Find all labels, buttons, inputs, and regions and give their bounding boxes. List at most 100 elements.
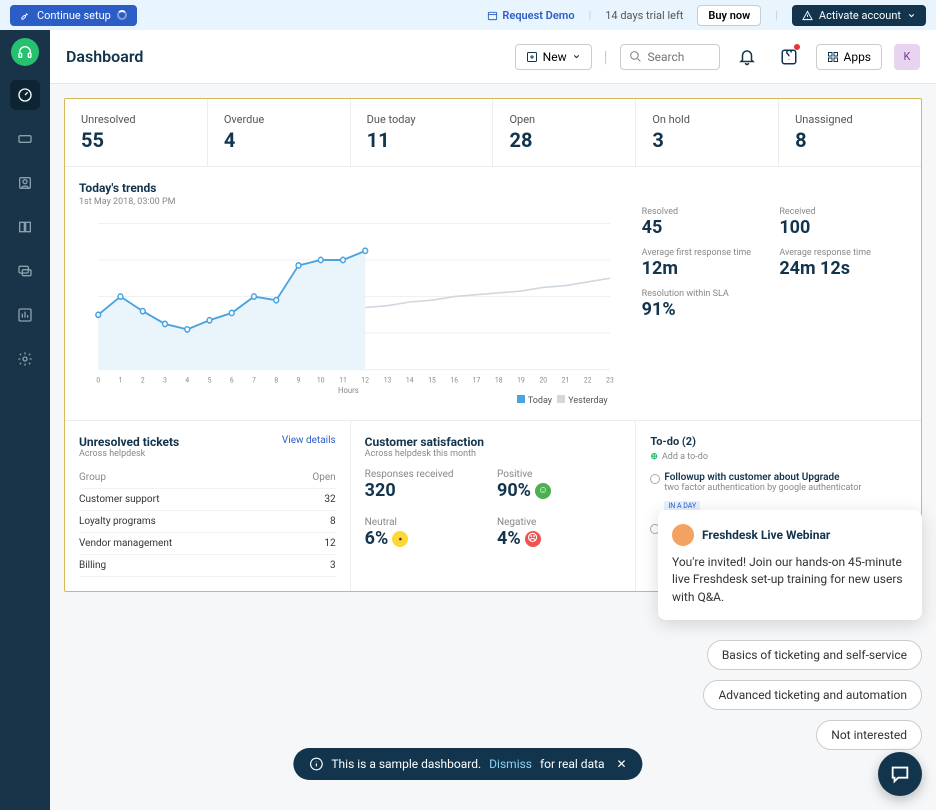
nav-contacts[interactable]: [10, 168, 40, 198]
grid-icon: [827, 51, 839, 63]
svg-text:23: 23: [606, 375, 614, 384]
svg-text:18: 18: [495, 375, 503, 384]
svg-text:17: 17: [473, 375, 481, 384]
table-row[interactable]: Billing3: [79, 555, 336, 577]
unresolved-panel: Unresolved tickets Across helpdesk View …: [65, 421, 351, 591]
smile-icon: ☺: [535, 483, 551, 499]
notification-dot-icon: [794, 44, 800, 50]
chip-advanced[interactable]: Advanced ticketing and automation: [703, 680, 922, 710]
help-button[interactable]: [774, 42, 804, 72]
stat-due-today[interactable]: Due today11: [351, 99, 494, 166]
trends-metrics: Resolved45 Received100 Average first res…: [632, 167, 921, 420]
page-header: Dashboard New | Apps K: [50, 30, 936, 84]
gauge-icon: [17, 87, 33, 103]
quick-reply-chips: Basics of ticketing and self-service Adv…: [703, 640, 922, 750]
book-icon: [17, 219, 33, 235]
chart-icon: [17, 307, 33, 323]
stat-unassigned[interactable]: Unassigned8: [779, 99, 921, 166]
calendar-icon: [487, 10, 498, 21]
svg-text:3: 3: [163, 375, 167, 384]
stat-on-hold[interactable]: On hold3: [636, 99, 779, 166]
trends-chart-panel: Today's trends 1st May 2018, 03:00 PM 01…: [65, 167, 632, 420]
nav-tickets[interactable]: [10, 124, 40, 154]
toast-rest: for real data: [540, 757, 605, 771]
wrench-icon: [20, 10, 31, 21]
continue-setup-label: Continue setup: [37, 9, 111, 22]
nav-solutions[interactable]: [10, 212, 40, 242]
svg-text:16: 16: [450, 375, 458, 384]
notifications-button[interactable]: [732, 42, 762, 72]
chip-basics[interactable]: Basics of ticketing and self-service: [707, 640, 922, 670]
metric-received: Received100: [779, 207, 911, 238]
new-button[interactable]: New: [515, 44, 592, 70]
metric-resolved: Resolved45: [642, 207, 774, 238]
user-avatar[interactable]: K: [894, 44, 920, 70]
svg-text:11: 11: [339, 375, 347, 384]
close-icon[interactable]: ✕: [617, 757, 627, 771]
chip-not-interested[interactable]: Not interested: [816, 720, 922, 750]
svg-text:0: 0: [96, 375, 100, 384]
table-row[interactable]: Vendor management12: [79, 533, 336, 555]
request-demo-label: Request Demo: [502, 9, 574, 22]
svg-text:22: 22: [584, 375, 592, 384]
webinar-body: You're invited! Join our hands-on 45-min…: [672, 554, 908, 606]
view-details-link[interactable]: View details: [282, 435, 336, 446]
nav-dashboard[interactable]: [10, 80, 40, 110]
svg-text:Hours: Hours: [338, 385, 359, 395]
search-box[interactable]: [620, 44, 720, 70]
app-logo[interactable]: [11, 38, 39, 66]
sidebar: [0, 30, 50, 810]
apps-button[interactable]: Apps: [816, 44, 883, 70]
svg-text:1: 1: [119, 375, 123, 384]
info-icon: [309, 757, 323, 771]
webinar-title: Freshdesk Live Webinar: [702, 528, 830, 542]
svg-text:5: 5: [208, 375, 212, 384]
svg-text:7: 7: [252, 375, 256, 384]
sat-negative: Negative4%☹: [497, 517, 621, 549]
buy-now-button[interactable]: Buy now: [697, 5, 761, 26]
warning-icon: [802, 10, 813, 21]
chart-legend: Today Yesterday: [79, 395, 618, 406]
svg-text:20: 20: [539, 375, 547, 384]
chevron-down-icon: [907, 11, 916, 20]
contact-icon: [17, 175, 33, 191]
stat-unresolved[interactable]: Unresolved55: [65, 99, 208, 166]
nav-forums[interactable]: [10, 256, 40, 286]
satisfaction-title: Customer satisfaction: [365, 435, 622, 449]
todo-title: To-do (2): [650, 435, 907, 448]
continue-setup-button[interactable]: Continue setup: [10, 5, 137, 26]
add-todo-link[interactable]: ⊕Add a to-do: [650, 452, 907, 462]
nav-analytics[interactable]: [10, 300, 40, 330]
sat-responses: Responses received320: [365, 469, 489, 501]
table-row[interactable]: Customer support32: [79, 489, 336, 511]
chevron-down-icon: [572, 52, 581, 61]
chat-launcher[interactable]: [878, 752, 922, 796]
nav-admin[interactable]: [10, 344, 40, 374]
svg-text:6: 6: [230, 375, 234, 384]
plus-square-icon: [526, 51, 538, 63]
dismiss-link[interactable]: Dismiss: [489, 757, 532, 771]
request-demo-link[interactable]: Request Demo: [487, 9, 574, 22]
svg-text:2: 2: [141, 375, 145, 384]
stats-row: Unresolved55 Overdue4 Due today11 Open28…: [65, 99, 921, 167]
svg-text:8: 8: [274, 375, 278, 384]
satisfaction-sub: Across helpdesk this month: [365, 449, 622, 459]
stat-open[interactable]: Open28: [493, 99, 636, 166]
stat-overdue[interactable]: Overdue4: [208, 99, 351, 166]
satisfaction-panel: Customer satisfaction Across helpdesk th…: [351, 421, 637, 591]
unresolved-table: GroupOpen Customer support32 Loyalty pro…: [79, 467, 336, 577]
chat-icon: [17, 263, 33, 279]
new-label: New: [543, 50, 567, 64]
activate-account-button[interactable]: Activate account: [792, 5, 926, 26]
table-row[interactable]: Loyalty programs8: [79, 511, 336, 533]
bell-icon: [738, 48, 756, 66]
frown-icon: ☹: [525, 531, 541, 547]
todo-item[interactable]: Followup with customer about Upgrade two…: [650, 472, 907, 512]
separator: |: [604, 47, 608, 66]
search-input[interactable]: [648, 50, 708, 64]
chat-bubble-icon: [889, 763, 911, 785]
svg-text:12: 12: [361, 375, 369, 384]
legend-swatch-today: [517, 395, 525, 403]
separator: |: [775, 9, 778, 22]
sample-dashboard-toast: This is a sample dashboard. Dismiss for …: [293, 748, 642, 780]
